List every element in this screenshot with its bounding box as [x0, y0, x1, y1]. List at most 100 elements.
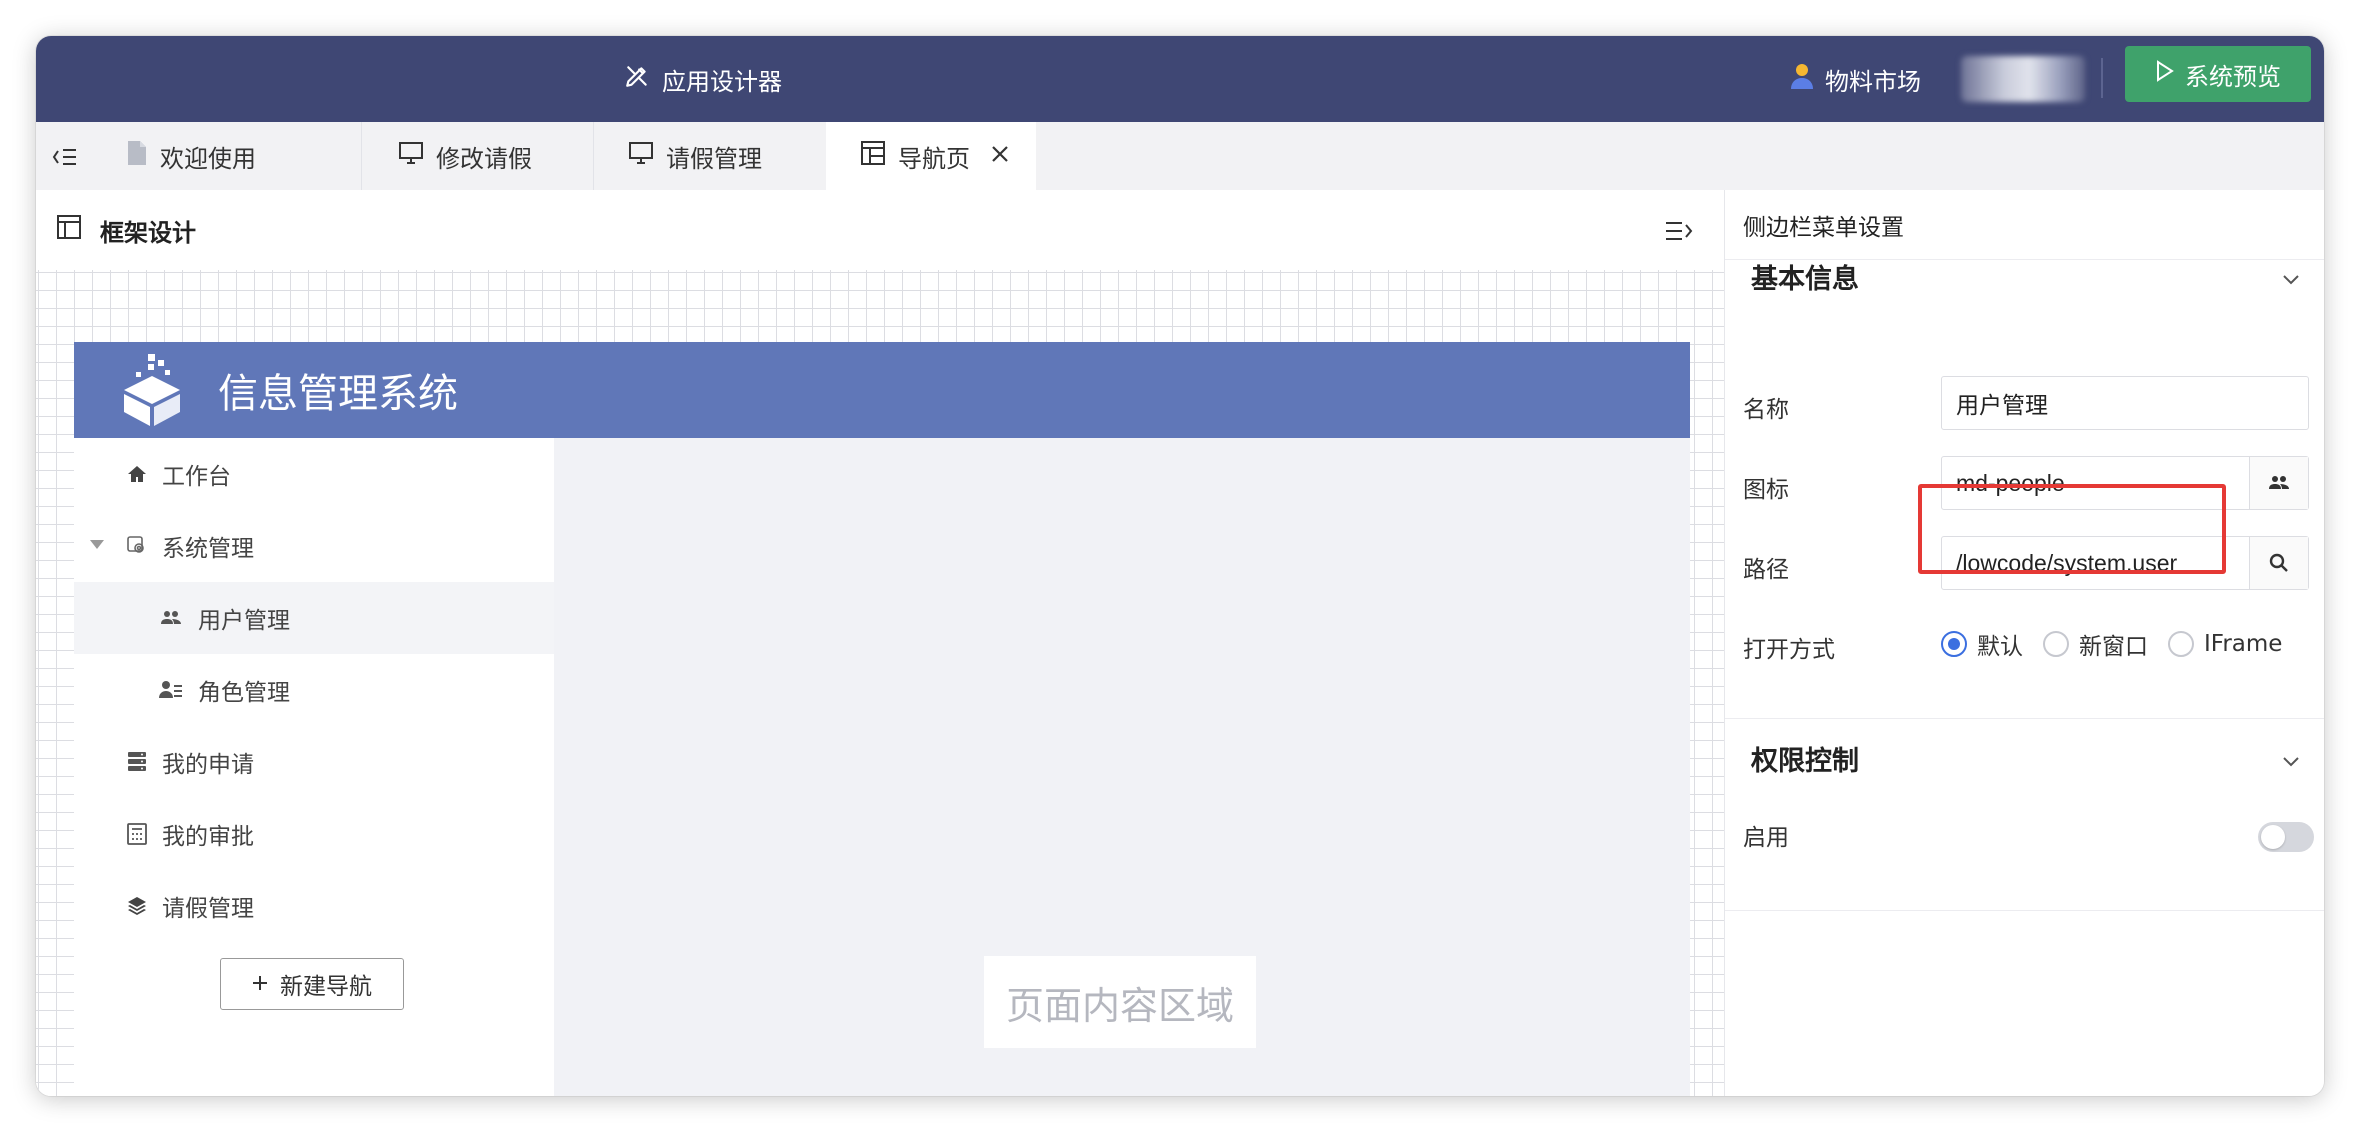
- nav-label: 我的审批: [162, 824, 254, 850]
- nav-label: 我的申请: [162, 752, 254, 778]
- app-window: 应用设计器 物料市场 系统预览 欢迎使用 修改请假 请假管理 导航页 框架设计 …: [36, 36, 2324, 1096]
- layout-icon: [860, 140, 886, 172]
- section-title: 权限控制: [1751, 745, 1859, 777]
- tab-edit-leave[interactable]: 修改请假: [362, 122, 594, 190]
- nav-item-role-management[interactable]: 角色管理: [74, 654, 554, 726]
- mock-sidebar: 工作台 系统管理 用户管理 角色管理 我的申请 我的审批 请假管理 新建导航: [74, 438, 554, 1096]
- radio-checked-icon: [1941, 631, 1967, 657]
- sidebar-menu-settings-panel: 侧边栏菜单设置 基本信息 名称 图标 路径 打开方式: [1724, 190, 2324, 1096]
- tab-label: 修改请假: [436, 144, 532, 173]
- storage-icon: [122, 747, 152, 777]
- person-icon: [1789, 62, 1815, 96]
- caret-down-icon: [90, 540, 104, 549]
- icon-label: 图标: [1743, 477, 1789, 503]
- cube-logo-icon: [112, 350, 192, 430]
- calculator-icon: [122, 819, 152, 849]
- nav-label: 角色管理: [198, 680, 290, 706]
- user-avatar-blurred[interactable]: [1961, 56, 2085, 102]
- design-title-text: 框架设计: [100, 218, 196, 247]
- nav-item-user-management[interactable]: 用户管理: [74, 582, 554, 654]
- app-title: 应用设计器: [624, 36, 782, 122]
- open-mode-label: 打开方式: [1743, 637, 1835, 663]
- nav-item-system-management[interactable]: 系统管理: [74, 510, 554, 582]
- monitor-icon: [628, 141, 654, 171]
- content-placeholder: 页面内容区域: [984, 956, 1256, 1048]
- new-navigation-label: 新建导航: [280, 974, 372, 1000]
- nav-item-my-applications[interactable]: 我的申请: [74, 726, 554, 798]
- file-icon: [126, 140, 148, 172]
- play-icon: [2155, 60, 2175, 88]
- design-tool-icon: [624, 63, 650, 95]
- chevron-down-icon: [2280, 748, 2302, 770]
- nav-label: 系统管理: [162, 536, 254, 562]
- icon-picker-button[interactable]: [2249, 457, 2308, 509]
- path-search-button[interactable]: [2249, 537, 2308, 589]
- radio-label: IFrame: [2204, 631, 2283, 657]
- nav-item-leave-management[interactable]: 请假管理: [74, 870, 554, 942]
- name-input[interactable]: [1942, 376, 2308, 430]
- tab-label: 请假管理: [666, 144, 762, 173]
- divider: [1725, 910, 2324, 911]
- system-title: 信息管理系统: [218, 371, 458, 417]
- menu-toggle-icon[interactable]: [1664, 216, 1694, 246]
- design-title: 框架设计: [56, 190, 196, 270]
- tab-label: 欢迎使用: [160, 144, 256, 173]
- mock-app-header: 信息管理系统: [74, 342, 1690, 438]
- nav-item-workbench[interactable]: 工作台: [74, 438, 554, 510]
- radio-unchecked-icon: [2043, 631, 2069, 657]
- path-field[interactable]: [1941, 536, 2309, 590]
- tab-leave-management[interactable]: 请假管理: [594, 122, 826, 190]
- divider: [2101, 58, 2103, 98]
- system-preview-label: 系统预览: [2185, 62, 2281, 91]
- name-label: 名称: [1743, 397, 1789, 423]
- material-market-link[interactable]: 物料市场: [1789, 60, 1939, 98]
- nav-item-my-approvals[interactable]: 我的审批: [74, 798, 554, 870]
- radio-iframe[interactable]: IFrame: [2168, 631, 2282, 657]
- layout-icon: [56, 214, 82, 246]
- nav-label: 请假管理: [162, 896, 254, 922]
- close-icon[interactable]: [990, 142, 1010, 170]
- monitor-icon: [398, 141, 424, 171]
- section-title: 基本信息: [1751, 263, 1859, 295]
- tab-welcome[interactable]: 欢迎使用: [126, 122, 362, 190]
- people-icon: [2269, 476, 2289, 489]
- people-icon: [156, 603, 186, 633]
- settings-icon: [122, 531, 152, 561]
- tab-navigation-page[interactable]: 导航页: [826, 122, 1036, 190]
- chevron-down-icon: [2280, 266, 2302, 288]
- new-navigation-button[interactable]: 新建导航: [220, 958, 404, 1010]
- role-icon: [156, 675, 186, 705]
- nav-label: 工作台: [162, 464, 231, 490]
- plus-icon: [252, 971, 268, 997]
- mock-app-frame: 信息管理系统 工作台 系统管理 用户管理 角色管理 我的申请 我的审批 请假管理…: [74, 342, 1690, 1096]
- open-mode-radio-group: 默认 新窗口 IFrame: [1941, 624, 2302, 664]
- top-bar: 应用设计器 物料市场 系统预览: [36, 36, 2324, 122]
- radio-label: 默认: [1977, 634, 2023, 660]
- design-header: 框架设计: [36, 190, 1724, 270]
- radio-new-window[interactable]: 新窗口: [2043, 627, 2148, 661]
- system-preview-button[interactable]: 系统预览: [2125, 46, 2311, 102]
- path-input[interactable]: [1942, 536, 2266, 590]
- section-permission-control[interactable]: 权限控制: [1725, 728, 2324, 788]
- mock-content-area: 页面内容区域: [554, 438, 1690, 1096]
- icon-field[interactable]: [1941, 456, 2309, 510]
- home-icon: [122, 459, 152, 489]
- divider: [1725, 718, 2324, 719]
- collapse-sidebar-button[interactable]: [50, 142, 80, 172]
- icon-input[interactable]: [1942, 456, 2266, 510]
- name-field[interactable]: [1941, 376, 2309, 430]
- tab-label: 导航页: [898, 144, 970, 173]
- section-basic-info[interactable]: 基本信息: [1725, 246, 2324, 306]
- material-market-label: 物料市场: [1825, 67, 1921, 96]
- path-label: 路径: [1743, 557, 1789, 583]
- layers-icon: [122, 891, 152, 921]
- enable-label: 启用: [1743, 825, 1789, 851]
- search-icon: [2269, 553, 2288, 572]
- enable-toggle[interactable]: [2258, 822, 2314, 852]
- tab-bar: 欢迎使用 修改请假 请假管理 导航页: [36, 122, 2324, 191]
- nav-label: 用户管理: [198, 608, 290, 634]
- collapse-icon: [52, 149, 76, 165]
- radio-label: 新窗口: [2079, 634, 2148, 660]
- radio-default[interactable]: 默认: [1941, 627, 2023, 661]
- app-title-text: 应用设计器: [662, 67, 782, 96]
